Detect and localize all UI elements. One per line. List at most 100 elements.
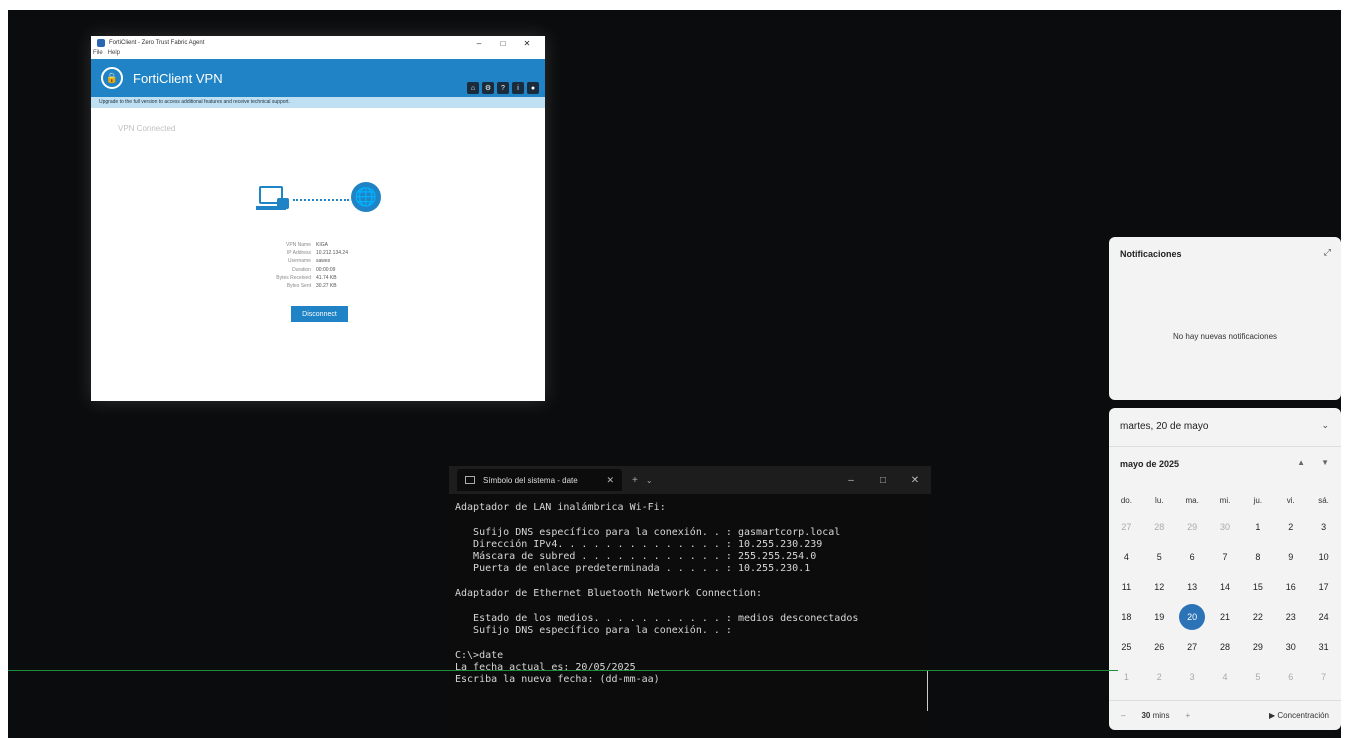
terminal-output[interactable]: Adaptador de LAN inalámbrica Wi-Fi: Sufi… xyxy=(449,494,931,686)
home-icon[interactable]: ⌂ xyxy=(467,82,479,94)
calendar-day[interactable]: 29 xyxy=(1176,512,1209,542)
menu-file[interactable]: File xyxy=(93,50,103,59)
calendar-day[interactable]: 27 xyxy=(1110,512,1143,542)
info-value: sawes xyxy=(316,258,331,265)
calendar-day-number: 2 xyxy=(1156,672,1162,682)
info-icon[interactable]: i xyxy=(512,82,524,94)
calendar-day-number: 25 xyxy=(1121,642,1132,652)
close-icon[interactable]: ✕ xyxy=(606,475,614,486)
terminal-tab[interactable]: Símbolo del sistema - date ✕ xyxy=(457,469,622,491)
chevron-up-icon[interactable]: ▲ xyxy=(1297,458,1305,467)
calendar-day[interactable]: 4 xyxy=(1209,662,1242,692)
calendar-day[interactable]: 28 xyxy=(1143,512,1176,542)
calendar-day[interactable]: 26 xyxy=(1143,632,1176,662)
calendar-day[interactable]: 20 xyxy=(1176,602,1209,632)
calendar-day[interactable]: 14 xyxy=(1209,572,1242,602)
calendar-day[interactable]: 17 xyxy=(1307,572,1340,602)
calendar-day[interactable]: 3 xyxy=(1176,662,1209,692)
focus-button[interactable]: ▶ Concentración xyxy=(1269,711,1329,720)
menu-help[interactable]: Help xyxy=(108,50,120,59)
calendar-day-number: 6 xyxy=(1288,672,1294,682)
disconnect-button[interactable]: Disconnect xyxy=(291,306,348,322)
header-toolbar: ⌂ ⚙ ? i ● xyxy=(467,82,539,94)
focus-decrease-button[interactable]: – xyxy=(1121,711,1125,720)
calendar-day-number: 12 xyxy=(1154,582,1165,592)
calendar-day[interactable]: 23 xyxy=(1274,602,1307,632)
calendar-day[interactable]: 7 xyxy=(1209,542,1242,572)
calendar-day-number: 9 xyxy=(1288,552,1294,562)
calendar-day[interactable]: 4 xyxy=(1110,542,1143,572)
calendar-day[interactable]: 3 xyxy=(1307,512,1340,542)
calendar-month[interactable]: mayo de 2025 xyxy=(1120,459,1179,469)
calendar-day[interactable]: 6 xyxy=(1176,542,1209,572)
calendar-day[interactable]: 1 xyxy=(1110,662,1143,692)
calendar-day[interactable]: 30 xyxy=(1209,512,1242,542)
chevron-down-icon[interactable]: ⌄ xyxy=(646,476,653,485)
calendar-day[interactable]: 2 xyxy=(1274,512,1307,542)
calendar-day[interactable]: 8 xyxy=(1241,542,1274,572)
focus-increase-button[interactable]: + xyxy=(1185,711,1190,720)
calendar-day[interactable]: 9 xyxy=(1274,542,1307,572)
calendar-day[interactable]: 16 xyxy=(1274,572,1307,602)
calendar-day[interactable]: 12 xyxy=(1143,572,1176,602)
menu-bar: File Help xyxy=(91,50,545,59)
weekday-label: mi. xyxy=(1219,495,1231,505)
weekday-label: do. xyxy=(1120,495,1132,505)
calendar-day[interactable]: 2 xyxy=(1143,662,1176,692)
calendar-day[interactable]: 30 xyxy=(1274,632,1307,662)
info-row: IP Address 10.212.134.24 xyxy=(256,249,348,257)
calendar-day[interactable]: 11 xyxy=(1110,572,1143,602)
focus-duration: 30 mins xyxy=(1141,711,1169,720)
calendar-day-number: 22 xyxy=(1252,612,1263,622)
info-label: IP Address xyxy=(286,250,311,257)
new-tab-button[interactable]: + xyxy=(632,475,638,486)
calendar-day[interactable]: 28 xyxy=(1209,632,1242,662)
gear-icon[interactable]: ⚙ xyxy=(482,82,494,94)
calendar-day-number: 28 xyxy=(1219,642,1230,652)
calendar-day[interactable]: 7 xyxy=(1307,662,1340,692)
calendar-day[interactable]: 13 xyxy=(1176,572,1209,602)
calendar-day[interactable]: 15 xyxy=(1241,572,1274,602)
calendar-day[interactable]: 21 xyxy=(1209,602,1242,632)
terminal-line: Dirección IPv4. . . . . . . . . . . . . … xyxy=(455,538,823,550)
calendar-day[interactable]: 18 xyxy=(1110,602,1143,632)
minimize-button[interactable]: – xyxy=(467,39,491,48)
calendar-day-number: 3 xyxy=(1321,522,1327,532)
notifications-empty-message: No hay nuevas notificaciones xyxy=(1172,332,1278,341)
calendar-day[interactable]: 1 xyxy=(1241,512,1274,542)
calendar-day[interactable]: 19 xyxy=(1143,602,1176,632)
upgrade-banner[interactable]: Upgrade to the full version to access ad… xyxy=(91,97,545,108)
calendar-day[interactable]: 27 xyxy=(1176,632,1209,662)
calendar-day-number: 10 xyxy=(1318,552,1329,562)
terminal-line: La fecha actual es: 20/05/2025 xyxy=(455,661,636,673)
calendar-day[interactable]: 22 xyxy=(1241,602,1274,632)
chevron-down-icon[interactable]: ▼ xyxy=(1321,458,1329,467)
month-nav: ▲ ▼ xyxy=(1297,458,1329,467)
calendar-day-number: 16 xyxy=(1285,582,1296,592)
calendar-day[interactable]: 5 xyxy=(1241,662,1274,692)
maximize-button[interactable]: □ xyxy=(867,475,899,486)
focus-bar: – 30 mins + ▶ Concentración xyxy=(1109,700,1341,730)
calendar-day-number: 14 xyxy=(1219,582,1230,592)
terminal-line: Sufijo DNS específico para la conexión. … xyxy=(455,526,841,538)
calendar-day[interactable]: 25 xyxy=(1110,632,1143,662)
calendar-day[interactable]: 24 xyxy=(1307,602,1340,632)
info-label: Bytes Received xyxy=(276,274,311,281)
minimize-button[interactable]: – xyxy=(835,475,867,486)
calendar-day[interactable]: 6 xyxy=(1274,662,1307,692)
close-button[interactable]: ✕ xyxy=(515,39,539,48)
forticlient-titlebar: FortiClient - Zero Trust Fabric Agent – … xyxy=(91,36,545,50)
calendar-day[interactable]: 5 xyxy=(1143,542,1176,572)
calendar-day[interactable]: 10 xyxy=(1307,542,1340,572)
lock-settings-icon[interactable]: ● xyxy=(527,82,539,94)
calendar-day-number: 24 xyxy=(1318,612,1329,622)
forticlient-header: 🔒 FortiClient VPN ⌂ ⚙ ? i ● xyxy=(91,59,545,97)
calendar-day[interactable]: 31 xyxy=(1307,632,1340,662)
close-button[interactable]: ✕ xyxy=(899,475,931,486)
chevron-down-icon[interactable]: ⌄ xyxy=(1321,420,1329,431)
expand-icon[interactable]: ⤢ xyxy=(1324,247,1331,258)
calendar-day[interactable]: 29 xyxy=(1241,632,1274,662)
maximize-button[interactable]: □ xyxy=(491,39,515,48)
help-icon[interactable]: ? xyxy=(497,82,509,94)
